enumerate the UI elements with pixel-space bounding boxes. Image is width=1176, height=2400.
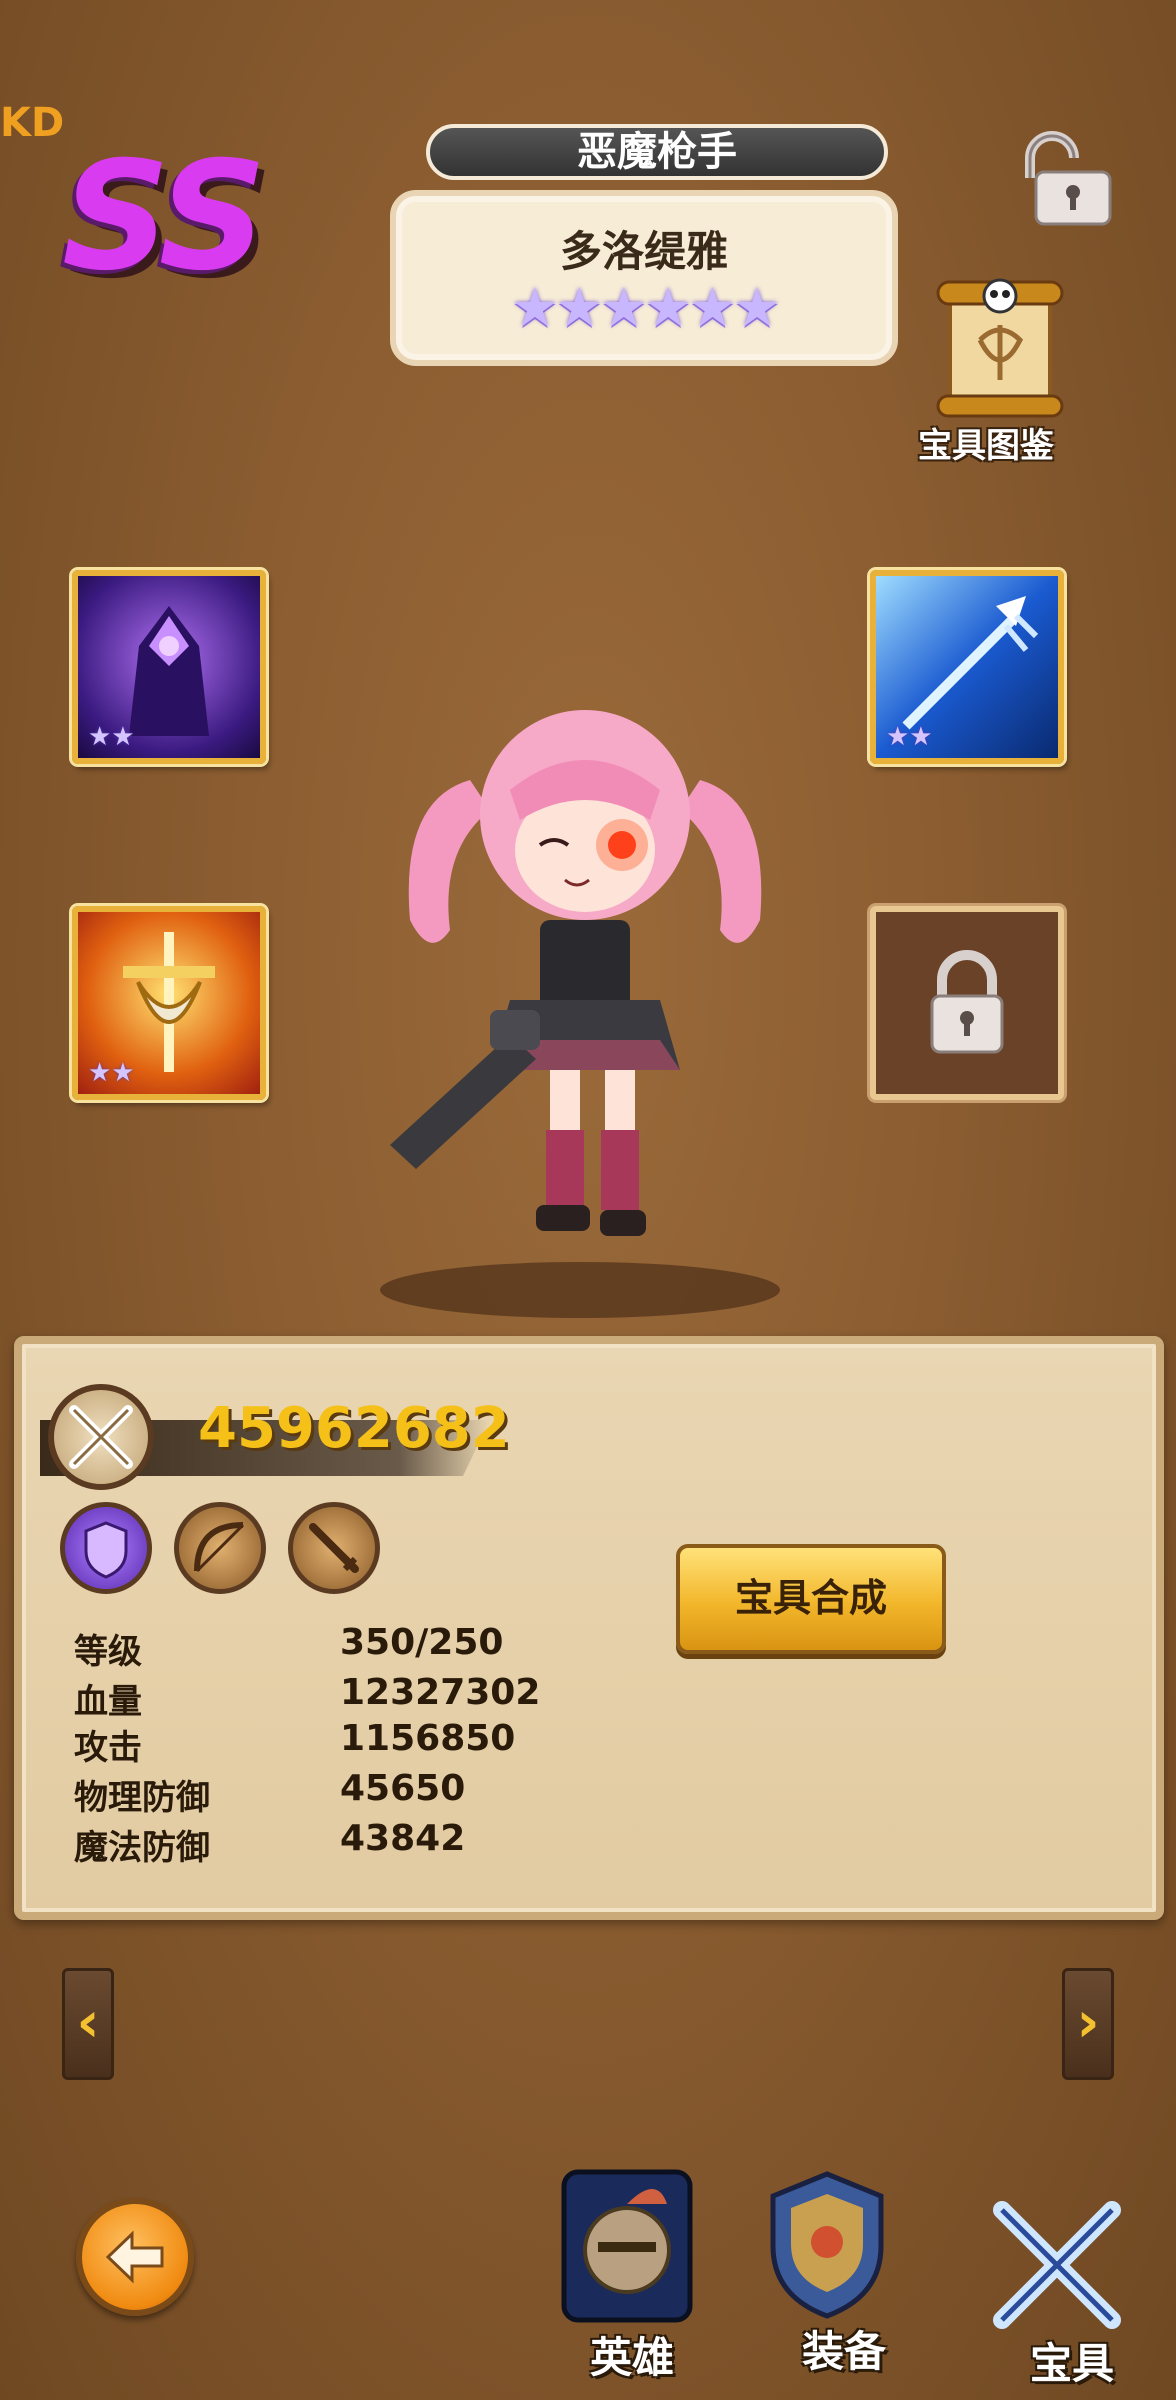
power-icon-frame — [48, 1384, 154, 1490]
previous-hero-button[interactable]: ‹ — [62, 1968, 114, 2080]
hero-star-rating: ★★★★★★ — [510, 276, 781, 339]
hero-character-model — [380, 710, 780, 1318]
stat-label-physical-defense: 物理防御 — [74, 1778, 210, 1818]
skill-slot-3[interactable]: ★★ — [72, 906, 266, 1100]
hero-name-card: 多洛缇雅 ★★★★★★ — [390, 190, 898, 366]
stat-value-physical-defense: 45650 — [340, 1768, 466, 1809]
padlock-icon — [930, 950, 1004, 1054]
corner-fragment-text: KD — [0, 100, 65, 146]
magic-shield-icon[interactable] — [60, 1502, 152, 1594]
skill-slot-4-locked[interactable] — [870, 906, 1064, 1100]
stat-value-hp: 12327302 — [340, 1672, 541, 1713]
back-button[interactable] — [76, 2198, 194, 2316]
skill-slot-1-stars: ★★ — [88, 722, 135, 752]
skill-slot-1[interactable]: ★★ — [72, 570, 266, 764]
sword-icon[interactable] — [288, 1502, 380, 1594]
stat-value-attack: 1156850 — [340, 1718, 516, 1759]
stat-label-magic-defense: 魔法防御 — [74, 1828, 210, 1868]
skill-slot-3-stars: ★★ — [88, 1058, 135, 1088]
stat-label-hp: 血量 — [74, 1682, 142, 1722]
back-arrow-icon — [105, 2230, 164, 2284]
hero-class-title: 恶魔枪手 — [426, 124, 888, 180]
armor-shield-icon[interactable] — [752, 2164, 902, 2324]
combat-power-value: 45962682 — [198, 1396, 510, 1461]
crossed-swords-icon — [69, 1405, 133, 1469]
stat-value-level: 350/250 — [340, 1622, 504, 1663]
skill-slot-2-stars: ★★ — [886, 722, 933, 752]
rank-badge: SS — [62, 130, 267, 304]
nav-label-treasure[interactable]: 宝具 — [982, 2330, 1162, 2391]
next-hero-button[interactable]: › — [1062, 1968, 1114, 2080]
codex-label[interactable]: 宝具图鉴 — [896, 418, 1076, 467]
nav-label-equipment[interactable]: 装备 — [754, 2318, 934, 2379]
nav-label-hero[interactable]: 英雄 — [542, 2324, 722, 2385]
treasure-synthesis-button[interactable]: 宝具合成 — [676, 1544, 946, 1654]
stat-value-magic-defense: 43842 — [340, 1818, 466, 1859]
padlock-icon[interactable] — [1008, 128, 1116, 228]
skill-slot-2[interactable]: ★★ — [870, 570, 1064, 764]
stat-label-level: 等级 — [74, 1632, 142, 1672]
stat-label-attack: 攻击 — [74, 1728, 142, 1768]
bow-icon[interactable] — [174, 1502, 266, 1594]
crossed-blades-icon[interactable] — [982, 2190, 1132, 2350]
hero-name: 多洛缇雅 — [559, 227, 728, 276]
knight-helmet-icon[interactable] — [552, 2166, 702, 2326]
scroll-skull-icon[interactable] — [920, 270, 1080, 420]
